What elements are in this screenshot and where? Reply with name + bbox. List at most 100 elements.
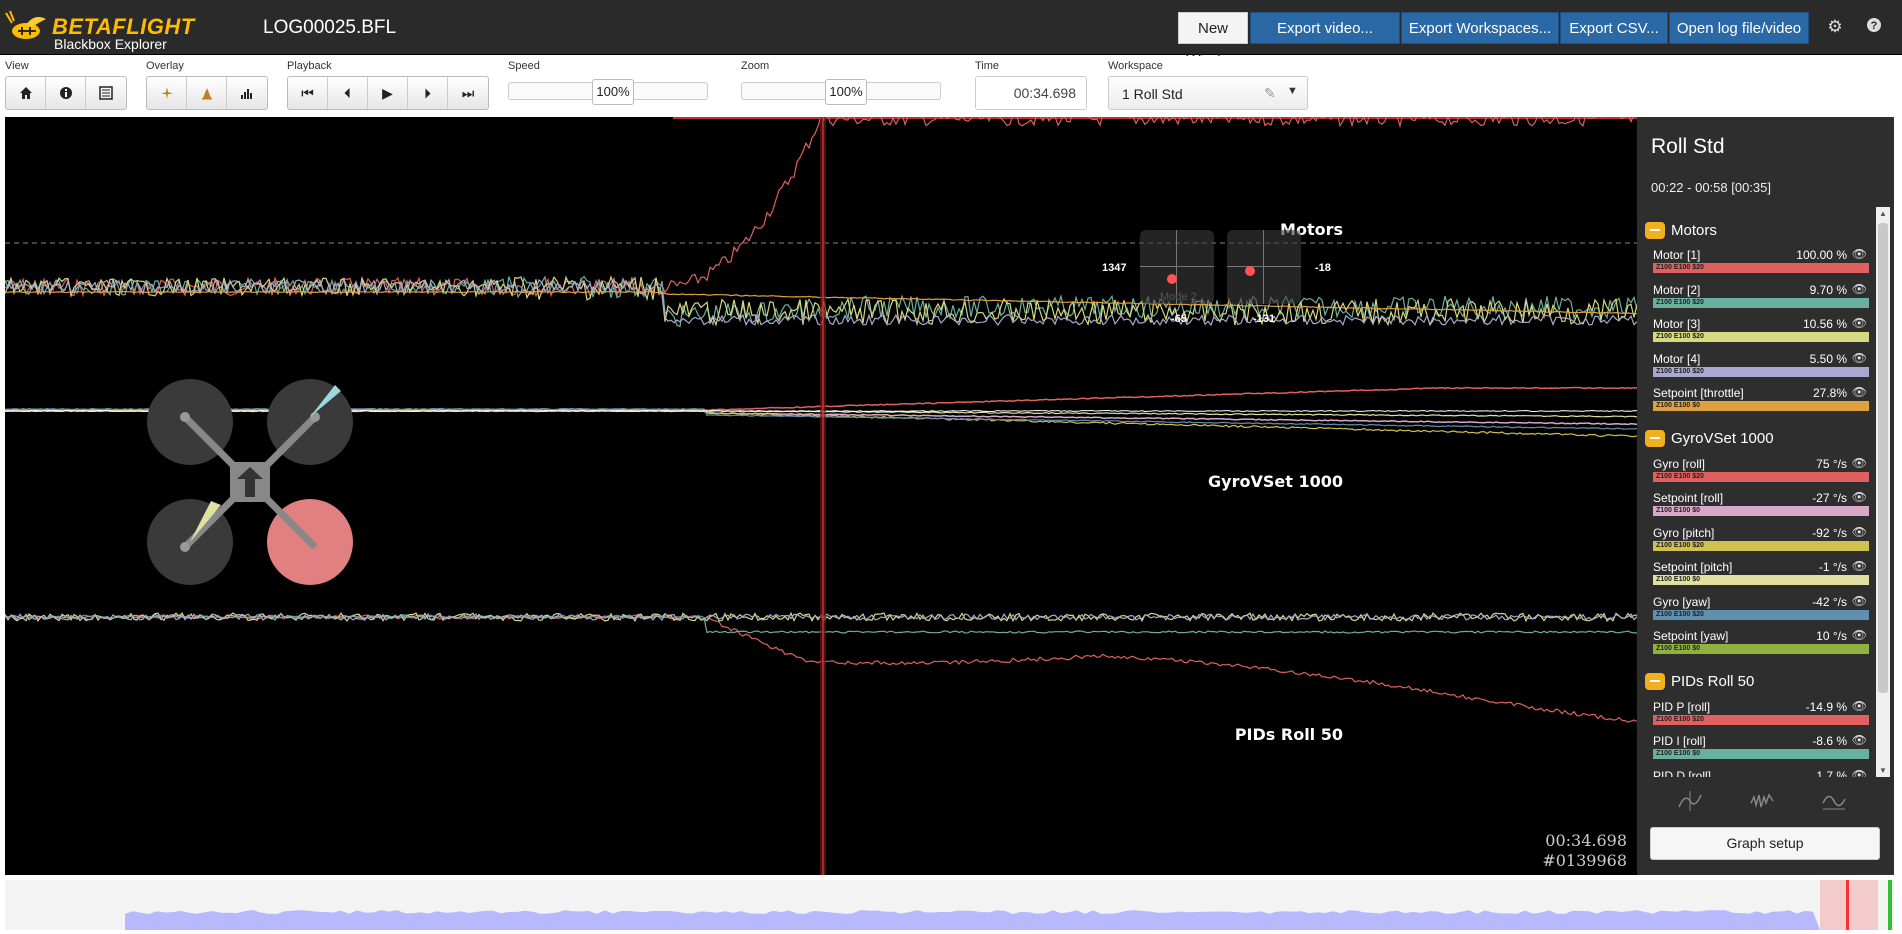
legend-item-name: PID P [roll] [1653,699,1711,714]
export-video-button[interactable]: Export video... [1250,12,1400,44]
play-button[interactable]: ▶ [368,77,408,109]
time-input[interactable]: 00:34.698 [975,76,1087,110]
home-button[interactable] [6,77,46,109]
eye-icon[interactable]: 👁 [1852,456,1867,470]
legend-scrollbar[interactable]: ▲ ▼ [1876,207,1890,777]
eye-icon[interactable]: 👁 [1852,594,1867,608]
legend-item[interactable]: Gyro [yaw] -42 °/s 👁 Z100 E100 $20 [1645,590,1877,625]
legend-item-value: -42 °/s [1812,594,1847,609]
legend-item-scale[interactable]: Z100 E100 $20 [1653,297,1869,308]
jump-end-button[interactable]: ⏭ [448,77,488,109]
eye-icon[interactable]: 👁 [1852,385,1867,399]
eye-icon[interactable]: 👁 [1852,247,1867,261]
legend-item-scale[interactable]: Z100 E100 $20 [1653,540,1869,551]
export-workspaces-button[interactable]: Export Workspaces... [1401,12,1559,44]
step-back-button[interactable]: ⏴ [328,77,368,109]
sticks-overlay-button[interactable] [187,77,227,109]
legend-item-scale[interactable]: Z100 E100 $0 [1653,644,1869,654]
legend-item[interactable]: Setpoint [yaw] 10 °/s 👁 Z100 E100 $0 [1645,624,1877,659]
legend-group-header[interactable]: PIDs Roll 50 [1645,669,1877,695]
right-stick [1227,230,1301,304]
eye-icon[interactable]: 👁 [1852,316,1867,330]
legend-group-header[interactable]: GyroVSet 1000 [1645,426,1877,452]
legend-item[interactable]: Motor [2] 9.70 % 👁 Z100 E100 $20 [1645,278,1877,313]
graph-setup-button[interactable]: Graph setup [1650,827,1880,860]
legend-item-scale[interactable]: Z100 E100 $0 [1653,401,1869,411]
legend-item[interactable]: Setpoint [throttle] 27.8% 👁 Z100 E100 $0 [1645,381,1877,416]
step-forward-button[interactable]: ⏵ [408,77,448,109]
settings-gear-icon[interactable]: ⚙ [1825,17,1845,37]
zoom-knob[interactable]: 100% [825,79,867,105]
legend-item-scale[interactable]: Z100 E100 $20 [1653,332,1869,342]
legend-item-name: PID I [roll] [1653,734,1706,748]
legend-item[interactable]: PID P [roll] -14.9 % 👁 Z100 E100 $20 [1645,695,1877,730]
scroll-down-icon[interactable]: ▼ [1879,766,1887,775]
seek-bar[interactable] [5,880,1894,930]
legend-item[interactable]: Gyro [pitch] -92 °/s 👁 Z100 E100 $20 [1645,521,1877,556]
smoothing-icon[interactable] [1677,789,1703,819]
legend-group-name: GyroVSet 1000 [1671,430,1774,447]
pencil-icon[interactable]: ✎ [1264,85,1276,102]
legend-item-value: -8.6 % [1812,734,1847,748]
graph-canvas[interactable]: Motors GyroVSet 1000 PIDs Roll 50 1347 -… [5,117,1637,875]
throttle-value: 1347 [1102,262,1127,274]
curve-icon[interactable] [1821,789,1847,819]
gyro-graph-label: GyroVSet 1000 [1208,472,1343,491]
brand-subtitle: Blackbox Explorer [54,36,167,52]
legend-item-value: -14.9 % [1805,699,1847,714]
eye-icon[interactable]: 👁 [1852,282,1867,296]
legend-item-name: Gyro [roll] [1653,456,1706,471]
speed-knob[interactable]: 100% [592,79,634,105]
time-label: Time [975,60,1000,72]
new-window-button[interactable]: New Window [1178,12,1248,69]
legend-item-scale[interactable]: Z100 E100 $20 [1653,714,1869,725]
export-csv-button[interactable]: Export CSV... [1560,12,1668,44]
legend-item-scale[interactable]: Z100 E100 $20 [1653,263,1869,273]
eye-icon[interactable]: 👁 [1852,525,1867,539]
legend-item[interactable]: Setpoint [pitch] -1 °/s 👁 Z100 E100 $0 [1645,555,1877,590]
legend-item[interactable]: PID I [roll] -8.6 % 👁 Z100 E100 $0 [1645,729,1877,764]
eye-icon[interactable]: 👁 [1852,733,1867,747]
step-forward-icon: ⏵ [424,84,431,101]
zoom-label: Zoom [741,60,770,72]
craft-overlay-button[interactable] [147,77,187,109]
legend-item[interactable]: Motor [1] 100.00 % 👁 Z100 E100 $20 [1645,243,1877,278]
collapse-toggle-icon[interactable] [1645,430,1665,447]
collapse-toggle-icon[interactable] [1645,673,1665,690]
legend-item-scale[interactable]: Z100 E100 $20 [1653,471,1869,482]
collapse-toggle-icon[interactable] [1645,221,1665,239]
log-info-button[interactable] [46,77,86,109]
analyser-overlay-button[interactable] [227,77,267,109]
legend-item-scale[interactable]: Z100 E100 $0 [1653,575,1869,585]
caret-down-icon[interactable]: ▼ [1287,85,1298,97]
eye-icon[interactable]: 👁 [1852,351,1867,365]
legend-item[interactable]: Motor [3] 10.56 % 👁 Z100 E100 $20 [1645,312,1877,347]
zoom-slider[interactable]: 100% [741,79,941,105]
legend-item-scale[interactable]: Z100 E100 $0 [1653,506,1869,516]
legend-item[interactable]: Gyro [roll] 75 °/s 👁 Z100 E100 $20 [1645,452,1877,487]
legend-item-scale[interactable]: Z100 E100 $20 [1653,609,1869,620]
time-range: 00:22 - 00:58 [00:35] [1651,180,1771,195]
eye-icon[interactable]: 👁 [1852,768,1867,778]
legend-list[interactable]: Motors Motor [1] 100.00 % 👁 Z100 E100 $20 Mot… [1645,207,1877,777]
home-icon [19,87,32,99]
eye-icon[interactable]: 👁 [1852,628,1867,642]
legend-group-header[interactable]: Motors [1645,217,1877,243]
speed-slider[interactable]: 100% [508,79,708,105]
legend-item[interactable]: Motor [4] 5.50 % 👁 Z100 E100 $20 [1645,347,1877,382]
jump-start-button[interactable]: ⏮ [288,77,328,109]
legend-item-scale[interactable]: Z100 E100 $20 [1653,366,1869,377]
open-log-button[interactable]: Open log file/video [1669,12,1809,44]
legend-item-scale[interactable]: Z100 E100 $0 [1653,749,1869,759]
workspace-select[interactable]: 1 Roll Std ✎ ▼ [1108,76,1308,110]
legend-item[interactable]: Setpoint [roll] -27 °/s 👁 Z100 E100 $0 [1645,486,1877,521]
eye-icon[interactable]: 👁 [1852,490,1867,504]
scroll-up-icon[interactable]: ▲ [1879,209,1887,218]
table-view-button[interactable] [86,77,126,109]
noise-icon[interactable] [1749,789,1775,819]
list-icon [99,86,113,100]
help-icon[interactable]: ? [1864,17,1884,37]
eye-icon[interactable]: 👁 [1852,559,1867,573]
eye-icon[interactable]: 👁 [1852,699,1867,713]
legend-item[interactable]: PID D [roll]1.7 %👁Z100 E100 $0 [1645,764,1877,778]
